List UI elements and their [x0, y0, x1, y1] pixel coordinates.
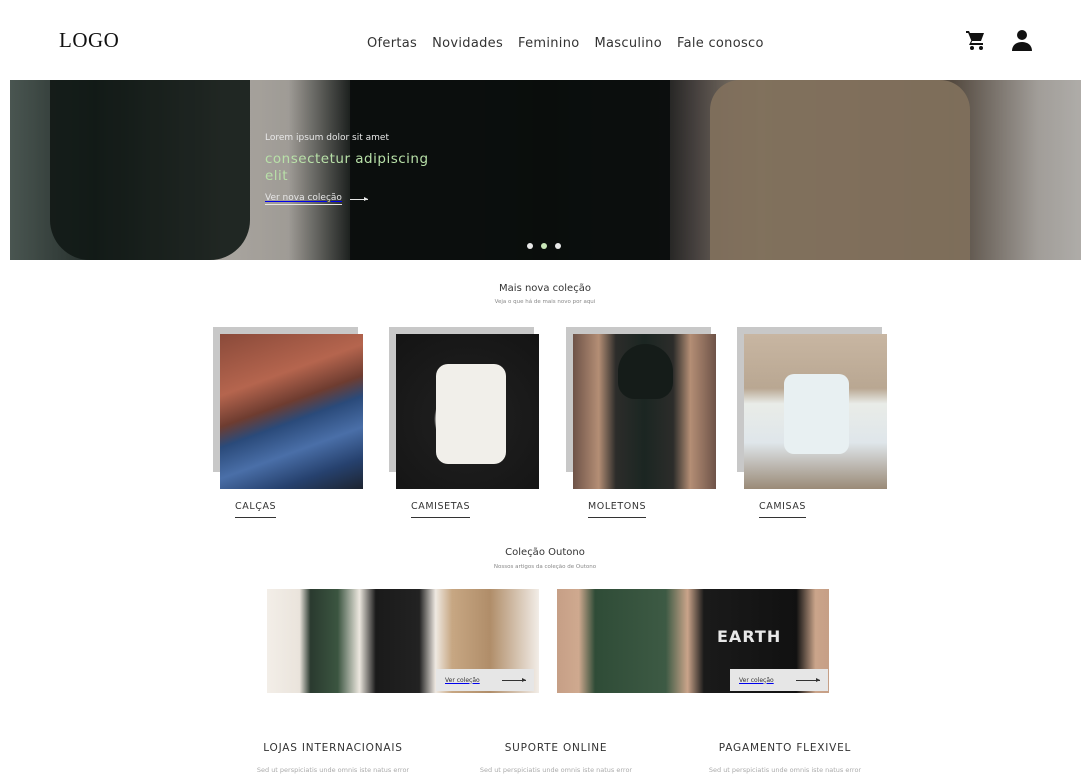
feature-international-stores: LOJAS INTERNACIONAIS Sed ut perspiciatis… — [233, 742, 433, 774]
nav-ofertas[interactable]: Ofertas — [367, 36, 417, 51]
category-card-camisetas[interactable]: CAMISETAS — [389, 327, 539, 520]
view-collection-button[interactable]: Ver coleção — [730, 669, 828, 691]
cart-icon[interactable] — [964, 28, 988, 52]
arrow-right-icon — [349, 196, 368, 201]
category-label: MOLETONS — [588, 501, 647, 518]
nav-fale-conosco[interactable]: Fale conosco — [677, 36, 764, 51]
section-title-autumn: Coleção Outono — [505, 547, 585, 558]
autumn-banner-2: EARTH Ver coleção — [557, 589, 829, 693]
shirt-shape — [784, 374, 849, 454]
view-collection-button[interactable]: Ver coleção — [436, 669, 534, 691]
feature-title: PAGAMENTO FLEXIVEL — [718, 742, 852, 754]
feature-title: SUPORTE ONLINE — [504, 742, 608, 754]
tshirt-shape — [436, 364, 506, 464]
nav-feminino[interactable]: Feminino — [518, 36, 579, 51]
category-label: CALÇAS — [235, 501, 277, 518]
carousel-dots — [527, 243, 561, 249]
hero-banner: Lorem ipsum dolor sit amet consectetur a… — [10, 80, 1081, 260]
carousel-dot[interactable] — [527, 243, 533, 249]
feature-flexible-payment: PAGAMENTO FLEXIVEL Sed ut perspiciatis u… — [685, 742, 885, 774]
shirt-print-text: EARTH — [717, 627, 782, 646]
category-card-moletons[interactable]: MOLETONS — [566, 327, 716, 520]
section-subtitle-autumn: Nossos artigos da coleção de Outono — [493, 564, 597, 570]
nav-novidades[interactable]: Novidades — [432, 36, 503, 51]
logo[interactable]: LOGO — [59, 28, 119, 53]
main-nav: Ofertas Novidades Feminino Masculino Fal… — [367, 36, 764, 51]
view-collection-label: Ver coleção — [739, 676, 774, 684]
user-icon[interactable] — [1010, 28, 1034, 52]
category-card-calcas[interactable]: CALÇAS — [213, 327, 363, 520]
category-label: CAMISETAS — [411, 501, 471, 518]
feature-text: Sed ut perspiciatis unde omnis iste natu… — [256, 766, 410, 774]
category-photo — [744, 334, 887, 489]
autumn-banner-1: Ver coleção — [267, 589, 539, 693]
hero-kicker: Lorem ipsum dolor sit amet — [265, 133, 389, 143]
view-collection-label: Ver coleção — [445, 676, 480, 684]
category-label: CAMISAS — [759, 501, 807, 518]
hero-cta-link[interactable]: Ver nova coleção — [265, 193, 455, 205]
section-title-new-collection: Mais nova coleção — [499, 283, 591, 294]
hero-cta-label: Ver nova coleção — [265, 193, 342, 205]
feature-text: Sed ut perspiciatis unde omnis iste natu… — [479, 766, 633, 774]
category-photo — [220, 334, 363, 489]
feature-online-support: SUPORTE ONLINE Sed ut perspiciatis unde … — [456, 742, 656, 774]
hero-overlay — [10, 80, 1081, 260]
nav-masculino[interactable]: Masculino — [595, 36, 662, 51]
arrow-right-icon — [501, 677, 526, 682]
site-header: LOGO Ofertas Novidades Feminino Masculin… — [0, 0, 1090, 80]
category-photo — [573, 334, 716, 489]
category-photo — [396, 334, 539, 489]
arrow-right-icon — [795, 677, 820, 682]
hoodie-shape — [618, 344, 673, 399]
category-card-camisas[interactable]: CAMISAS — [737, 327, 887, 520]
carousel-dot-active[interactable] — [541, 243, 547, 249]
hero-title: consectetur adipiscing elit — [265, 151, 429, 184]
section-subtitle-new-collection: Veja o que há de mais novo por aqui — [494, 299, 596, 305]
feature-text: Sed ut perspiciatis unde omnis iste natu… — [708, 766, 862, 774]
hero-text: Lorem ipsum dolor sit amet consectetur a… — [265, 133, 455, 205]
feature-title: LOJAS INTERNACIONAIS — [263, 742, 403, 754]
carousel-dot[interactable] — [555, 243, 561, 249]
